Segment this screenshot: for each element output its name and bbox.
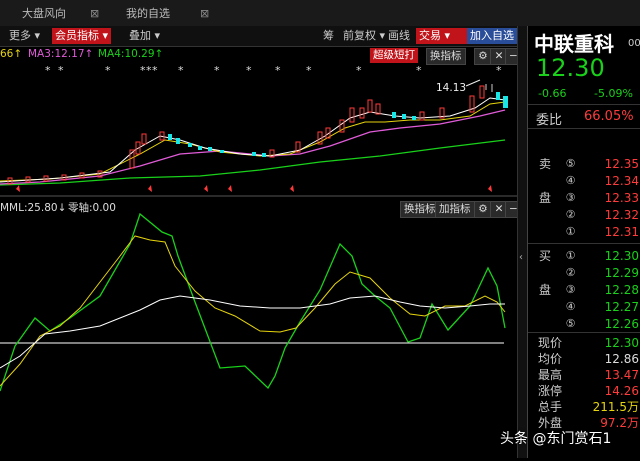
candle-down — [188, 143, 192, 147]
star-marker: * — [246, 64, 252, 77]
close-icon[interactable]: ⊠ — [90, 3, 99, 25]
arrow-marker — [204, 185, 208, 192]
candle-down — [503, 96, 508, 108]
ma-mid-line — [0, 109, 506, 185]
ask-price: 12.31 — [604, 225, 639, 239]
indicator-white-line — [0, 295, 505, 369]
tab-my-watchlist[interactable]: 我的自选 ⊠ — [110, 3, 210, 25]
star-marker: * — [275, 64, 281, 77]
kline-chart-area[interactable]: 66↑ MA3:12.17↑ MA4:10.29↑ * * * * * * * … — [0, 46, 521, 458]
ma3-label: MA3:12.17↑ — [28, 48, 93, 60]
ma4-label: MA4:10.29↑ — [98, 48, 163, 60]
ask-level: ① — [565, 225, 576, 238]
bid-price: 12.26 — [604, 317, 639, 331]
candle-up — [349, 107, 355, 123]
star-marker: * — [496, 64, 502, 77]
candlesticks — [7, 84, 508, 185]
divider — [528, 243, 640, 244]
watermark: 头条 @东门赏石1 — [500, 431, 612, 447]
star-marker: * — [152, 64, 158, 77]
mml-label: MML:25.80↓ — [0, 202, 66, 214]
switch-indicator-button[interactable]: 换指标 — [426, 48, 466, 65]
candle-down — [220, 150, 224, 153]
candle-down — [392, 112, 396, 118]
divider — [528, 104, 640, 105]
super-short-button[interactable]: 超级短打 — [370, 48, 418, 63]
candle-up — [359, 107, 365, 119]
arrow-marker — [16, 185, 20, 192]
close-icon[interactable]: ⊠ — [200, 3, 209, 25]
high-marker-line — [465, 79, 481, 87]
arrow-marker — [228, 185, 232, 192]
tab-label: 大盘风向 — [22, 7, 66, 20]
star-marker: * — [416, 64, 422, 77]
candle-up — [479, 85, 485, 99]
stock-name: 中联重科 — [534, 32, 614, 56]
indicator-switch-button[interactable]: 换指标 — [400, 201, 440, 218]
candle-down — [208, 147, 212, 151]
trade-button[interactable]: 交易 ▾ — [416, 28, 470, 44]
quote-panel: 中联重科 00 12.30 -0.66 -5.09% 委比 66.05% 卖⑤1… — [527, 26, 640, 458]
star-marker: * — [306, 64, 312, 77]
star-marker: * — [58, 64, 64, 77]
star-marker: * — [356, 64, 362, 77]
bid-ratio-label: 委比 — [536, 113, 563, 128]
candle-down — [198, 146, 202, 150]
zero-axis-label: 零轴:0.00 — [68, 201, 116, 214]
tab-bar: 大盘风向 ⊠ 我的自选 ⊠ — [0, 0, 640, 27]
member-indicator-button[interactable]: 会员指标 ▾ — [52, 28, 112, 44]
divider — [528, 128, 640, 129]
add-indicator-button[interactable]: 加指标 — [435, 201, 475, 218]
indicator-green-line — [0, 212, 506, 392]
star-marker: * — [45, 64, 51, 77]
price-change-pct: -5.09% — [594, 87, 633, 100]
restore-button[interactable]: 前复权 ▾ — [340, 28, 388, 44]
stock-code: 00 — [628, 38, 640, 49]
arrow-marker — [488, 185, 492, 192]
ask-row: ① 12.31 — [528, 222, 640, 242]
overlay-button[interactable]: 叠加 ▾ — [126, 28, 163, 44]
star-marker: * — [105, 64, 111, 77]
star-marker: * — [178, 64, 184, 77]
ma-label-partial: 66↑ — [0, 48, 22, 60]
candle-down — [168, 134, 172, 140]
bid-row: ⑤ 12.26 — [528, 314, 640, 334]
bid-level: ⑤ — [565, 317, 576, 330]
tab-label: 我的自选 — [126, 7, 170, 20]
candle-down — [252, 152, 256, 156]
signal-stars: * * * * * * * * * * * * * * — [45, 64, 502, 77]
tab-market-trend[interactable]: 大盘风向 ⊠ — [6, 3, 99, 25]
star-marker: * — [214, 64, 220, 77]
bid-ratio-value: 66.05% — [584, 109, 634, 124]
draw-line-button[interactable]: 画线 — [385, 28, 413, 44]
chevron-left-icon[interactable]: ‹ — [519, 252, 523, 263]
more-button[interactable]: 更多 ▾ — [6, 28, 43, 44]
ma-fast-line — [0, 97, 506, 183]
candle-up — [141, 133, 147, 145]
chart-toolbar: 更多 ▾ 会员指标 ▾ 叠加 ▾ 筹 前复权 ▾ 画线 交易 ▾ 加入自选 — [0, 26, 525, 47]
price-change: -0.66 — [538, 87, 567, 100]
signal-arrows — [16, 185, 492, 192]
arrow-marker — [290, 185, 294, 192]
candle-up — [419, 111, 425, 121]
candle-down — [262, 153, 266, 157]
current-price: 12.30 — [536, 54, 605, 82]
kline-chart-svg: 66↑ MA3:12.17↑ MA4:10.29↑ * * * * * * * … — [0, 48, 517, 392]
candle-down — [496, 92, 500, 100]
arrow-marker — [148, 185, 152, 192]
candle-up — [375, 103, 381, 115]
candle-down — [402, 114, 406, 119]
ma-short-line — [0, 101, 506, 182]
add-watchlist-button[interactable]: 加入自选 — [467, 28, 517, 44]
high-price-label: 14.13 — [436, 82, 466, 94]
candle-down — [176, 138, 180, 144]
candle-up — [367, 99, 373, 113]
candle-down — [412, 116, 416, 120]
chips-button[interactable]: 筹 — [320, 28, 337, 44]
